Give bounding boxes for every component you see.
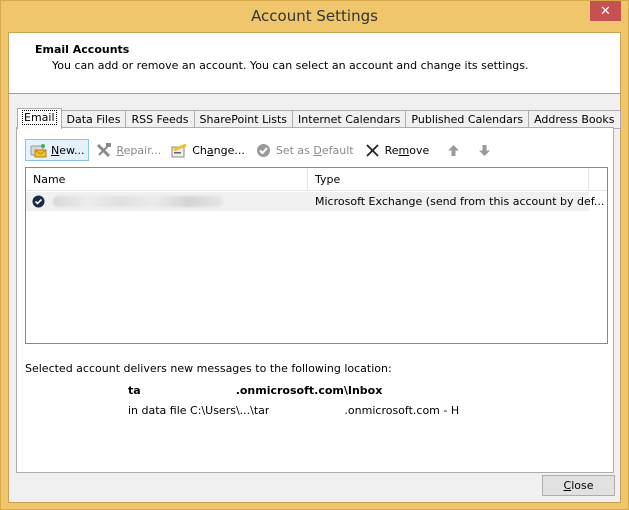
default-account-check-icon [32,195,45,208]
new-account-label: New... [51,143,85,157]
account-type: Microsoft Exchange (send from this accou… [315,195,605,208]
title-bar[interactable]: Account Settings ✕ [1,1,628,32]
remove-label: Remove [384,143,430,157]
close-icon: ✕ [600,3,611,19]
section-description: You can add or remove an account. You ca… [52,59,529,72]
account-settings-window: Account Settings ✕ Email Accounts You ca… [0,0,629,510]
header-band: Email Accounts You can add or remove an … [9,33,620,94]
accounts-list[interactable]: Name Type Microsoft Exchange (send from … [25,167,608,344]
tab-label: Email [22,110,57,125]
column-header-type[interactable]: Type [308,168,589,191]
arrow-down-icon [476,142,493,158]
location-suffix: .onmicrosoft.com\Inbox [235,384,383,397]
window-title: Account Settings [251,7,378,25]
close-button[interactable]: Close [542,475,615,496]
set-as-default-label: Set as Default [275,143,354,157]
tab-strip: Email Data Files RSS Feeds SharePoint Li… [17,108,621,129]
location-prefix: ta [128,384,141,397]
checkmark-circle-icon [255,142,272,158]
file-prefix: in data file C:\Users\...\tar [128,404,270,417]
section-title: Email Accounts [35,43,130,56]
new-account-icon [30,142,47,158]
change-button[interactable]: Change... [167,139,249,161]
column-header-name[interactable]: Name [26,168,308,191]
column-header-filler [589,168,607,191]
move-up-button[interactable] [441,139,470,161]
file-suffix: .onmicrosoft.com - H [344,404,460,417]
window-close-button[interactable]: ✕ [590,1,621,21]
account-name-redacted [53,196,223,207]
new-account-button[interactable]: New... [25,139,90,161]
change-account-icon [171,142,188,158]
set-as-default-button[interactable]: Set as Default [251,139,358,161]
change-label: Change... [192,143,245,157]
redacted-segment [140,386,236,396]
delivery-data-file: in data file C:\Users\...\tar .onmicrosof… [128,404,459,417]
repair-tools-icon [95,142,112,158]
list-header: Name Type [26,168,607,191]
delivery-location: ta .onmicrosoft.com\Inbox [128,384,382,397]
redacted-segment [269,406,345,416]
email-tab-panel: New... Repair... Change... Set as Defaul… [16,127,614,473]
delivery-label: Selected account delivers new messages t… [25,362,392,375]
dialog-client: Email Accounts You can add or remove an … [8,32,621,503]
account-toolbar: New... Repair... Change... Set as Defaul… [25,138,503,162]
move-down-button[interactable] [472,139,501,161]
arrow-up-icon [445,142,462,158]
repair-button[interactable]: Repair... [91,139,165,161]
remove-button[interactable]: Remove [360,139,434,161]
tab-email[interactable]: Email [17,108,62,129]
repair-label: Repair... [116,143,162,157]
x-icon [364,142,381,158]
account-row[interactable]: Microsoft Exchange (send from this accou… [26,192,604,211]
